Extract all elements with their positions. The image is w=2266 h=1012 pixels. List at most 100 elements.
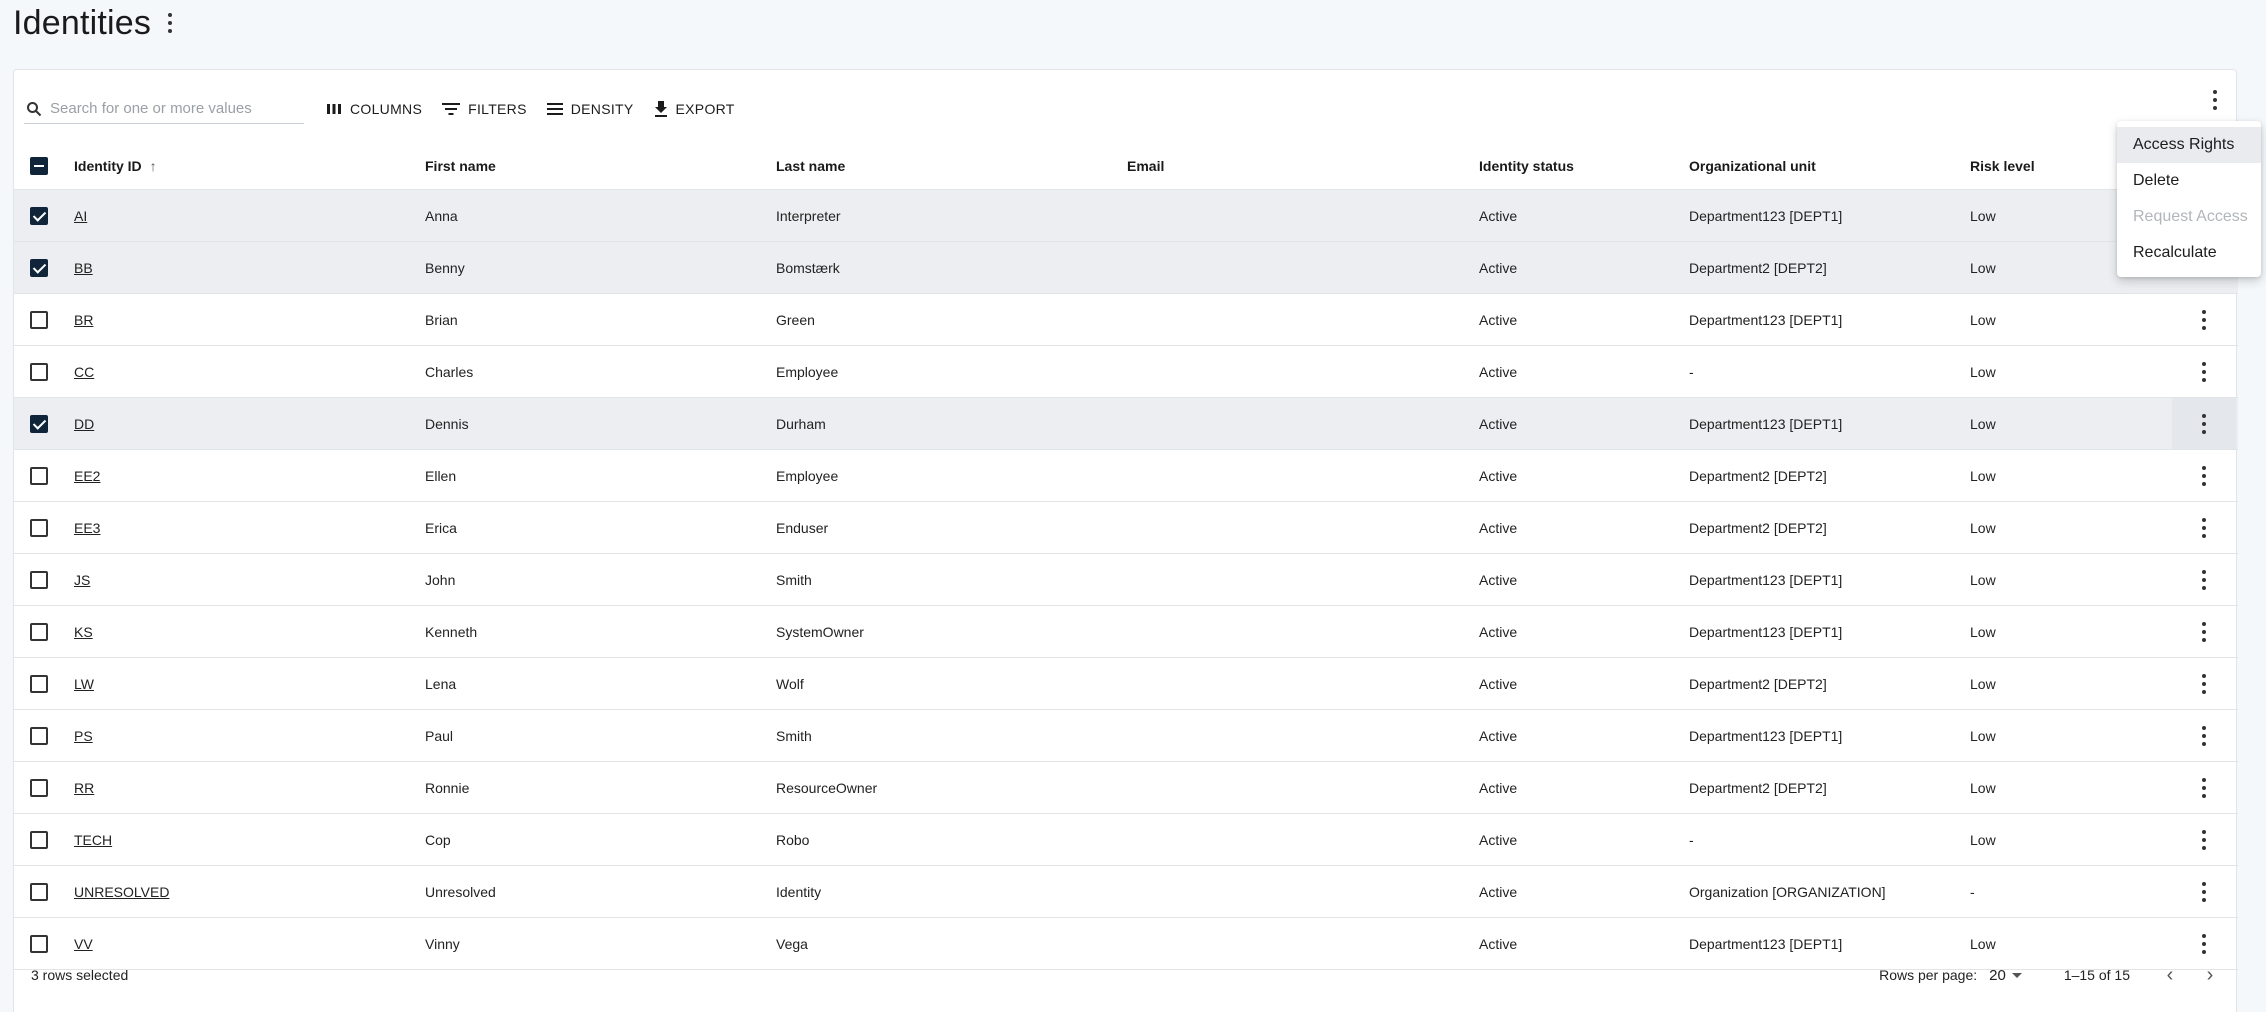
grid-footer: 3 rows selected Rows per page: 20 1–15 o…: [14, 950, 2238, 1000]
identity-id-link[interactable]: KS: [74, 624, 93, 640]
column-header-organizational-unit[interactable]: Organizational unit: [1689, 142, 1816, 189]
last-name-cell: Bomstærk: [776, 259, 840, 276]
first-name-cell: Kenneth: [425, 623, 478, 640]
columns-button[interactable]: COLUMNS: [326, 101, 422, 117]
identity-id-cell: TECH: [74, 814, 112, 865]
chevron-right-icon[interactable]: ›: [2196, 961, 2224, 989]
table-row[interactable]: LW Lena Wolf Active Department2 [DEPT2] Low: [14, 658, 2238, 710]
density-label: DENSITY: [570, 101, 634, 117]
more-vert-icon[interactable]: [2201, 881, 2207, 902]
more-vert-icon[interactable]: [2201, 621, 2207, 642]
row-select-cell: [30, 398, 48, 449]
column-header-identity-id[interactable]: Identity ID ↑: [74, 142, 157, 189]
column-header-last-name[interactable]: Last name: [776, 142, 845, 189]
column-header-first-name[interactable]: First name: [425, 142, 496, 189]
menu-item-recalculate[interactable]: Recalculate: [2117, 235, 2261, 271]
density-button[interactable]: DENSITY: [546, 101, 634, 117]
table-row[interactable]: BB Benny Bomstærk Active Department2 [DEPT2]…: [14, 242, 2238, 294]
menu-item-access-rights[interactable]: Access Rights: [2117, 127, 2261, 163]
row-select-cell: [30, 502, 48, 553]
column-header-identity-status[interactable]: Identity status: [1479, 142, 1574, 189]
row-checkbox[interactable]: [30, 310, 48, 329]
chevron-left-icon[interactable]: ‹: [2156, 961, 2184, 989]
more-vert-icon[interactable]: [2201, 777, 2207, 798]
search-input[interactable]: [50, 100, 290, 117]
identity-id-link[interactable]: CC: [74, 364, 94, 380]
table-row[interactable]: CC Charles Employee Active - Low: [14, 346, 2238, 398]
last-name-cell: Employee: [776, 363, 839, 380]
identity-id-link[interactable]: BR: [74, 312, 93, 328]
select-all-checkbox[interactable]: [30, 156, 48, 175]
identity-id-link[interactable]: EE3: [74, 520, 100, 536]
row-checkbox[interactable]: [30, 258, 48, 277]
identity-id-link[interactable]: AI: [74, 208, 87, 224]
row-checkbox[interactable]: [30, 778, 48, 797]
row-checkbox[interactable]: [30, 882, 48, 901]
organizational-unit-cell: Department2 [DEPT2]: [1689, 779, 1827, 796]
column-header-email[interactable]: Email: [1127, 142, 1164, 189]
menu-item-delete[interactable]: Delete: [2117, 163, 2261, 199]
table-row[interactable]: KS Kenneth SystemOwner Active Department123 …: [14, 606, 2238, 658]
table-row[interactable]: JS John Smith Active Department123 [DEPT1] Lo…: [14, 554, 2238, 606]
row-select-cell: [30, 814, 48, 865]
identity-id-link[interactable]: RR: [74, 780, 94, 796]
identity-id-link[interactable]: UNRESOLVED: [74, 884, 169, 900]
filters-button[interactable]: FILTERS: [442, 101, 527, 117]
search-field[interactable]: [24, 94, 304, 124]
identity-id-link[interactable]: LW: [74, 676, 94, 692]
row-checkbox[interactable]: [30, 726, 48, 745]
more-vert-icon[interactable]: [2201, 309, 2207, 330]
row-checkbox[interactable]: [30, 830, 48, 849]
table-row[interactable]: AI Anna Interpreter Active Department123 [DE…: [14, 190, 2238, 242]
table-row[interactable]: EE3 Erica Enduser Active Department2 [DEPT2]…: [14, 502, 2238, 554]
identity-id-link[interactable]: DD: [74, 416, 94, 432]
row-checkbox[interactable]: [30, 622, 48, 641]
table-row[interactable]: BR Brian Green Active Department123 [DEPT1] L…: [14, 294, 2238, 346]
column-header-risk-level[interactable]: Risk level: [1970, 142, 2035, 189]
export-button[interactable]: EXPORT: [654, 101, 735, 117]
row-actions-menu: Access Rights Delete Request Access Recalcu…: [2117, 121, 2261, 277]
page-more-icon[interactable]: [167, 13, 173, 33]
more-vert-icon[interactable]: [2201, 465, 2207, 486]
row-actions-cell: [2172, 502, 2236, 553]
more-vert-icon[interactable]: [2201, 829, 2207, 850]
identity-status-cell: Active: [1479, 675, 1518, 692]
more-vert-icon[interactable]: [2201, 517, 2207, 538]
row-checkbox[interactable]: [30, 414, 48, 433]
columns-icon: [327, 104, 341, 114]
row-checkbox[interactable]: [30, 362, 48, 381]
more-vert-icon[interactable]: [2201, 413, 2207, 434]
row-actions-cell: [2172, 554, 2236, 605]
column-header-label: Last name: [776, 157, 846, 174]
risk-level-cell: Low: [1970, 207, 1996, 224]
identity-id-link[interactable]: TECH: [74, 832, 112, 848]
first-name-cell: Charles: [425, 363, 474, 380]
rows-per-page-select[interactable]: 20: [1989, 967, 2022, 984]
identity-id-link[interactable]: EE2: [74, 468, 100, 484]
row-checkbox[interactable]: [30, 466, 48, 485]
table-row[interactable]: UNRESOLVED Unresolved Identity Active Organi…: [14, 866, 2238, 918]
more-vert-icon[interactable]: [2201, 361, 2207, 382]
more-vert-icon[interactable]: [2201, 673, 2207, 694]
identity-id-cell: RR: [74, 762, 94, 813]
grid-more-icon[interactable]: [2212, 90, 2218, 110]
table-row[interactable]: RR Ronnie ResourceOwner Active Department2 […: [14, 762, 2238, 814]
columns-label: COLUMNS: [350, 101, 423, 117]
identity-id-link[interactable]: JS: [74, 572, 90, 588]
table-row[interactable]: EE2 Ellen Employee Active Department2 [DEPT2…: [14, 450, 2238, 502]
row-checkbox[interactable]: [30, 518, 48, 537]
last-name-cell: ResourceOwner: [776, 779, 878, 796]
row-checkbox[interactable]: [30, 674, 48, 693]
table-row[interactable]: TECH Cop Robo Active - Low: [14, 814, 2238, 866]
table-row[interactable]: DD Dennis Durham Active Department123 [DEPT1…: [14, 398, 2238, 450]
table-row[interactable]: PS Paul Smith Active Department123 [DEPT1] Lo…: [14, 710, 2238, 762]
row-checkbox[interactable]: [30, 206, 48, 225]
more-vert-icon[interactable]: [2201, 725, 2207, 746]
identity-id-link[interactable]: PS: [74, 728, 93, 744]
organizational-unit-cell: -: [1689, 831, 1694, 848]
identity-status-cell: Active: [1479, 467, 1518, 484]
identity-id-link[interactable]: BB: [74, 260, 93, 276]
row-checkbox[interactable]: [30, 570, 48, 589]
more-vert-icon[interactable]: [2201, 569, 2207, 590]
column-header-label: First name: [425, 157, 496, 174]
